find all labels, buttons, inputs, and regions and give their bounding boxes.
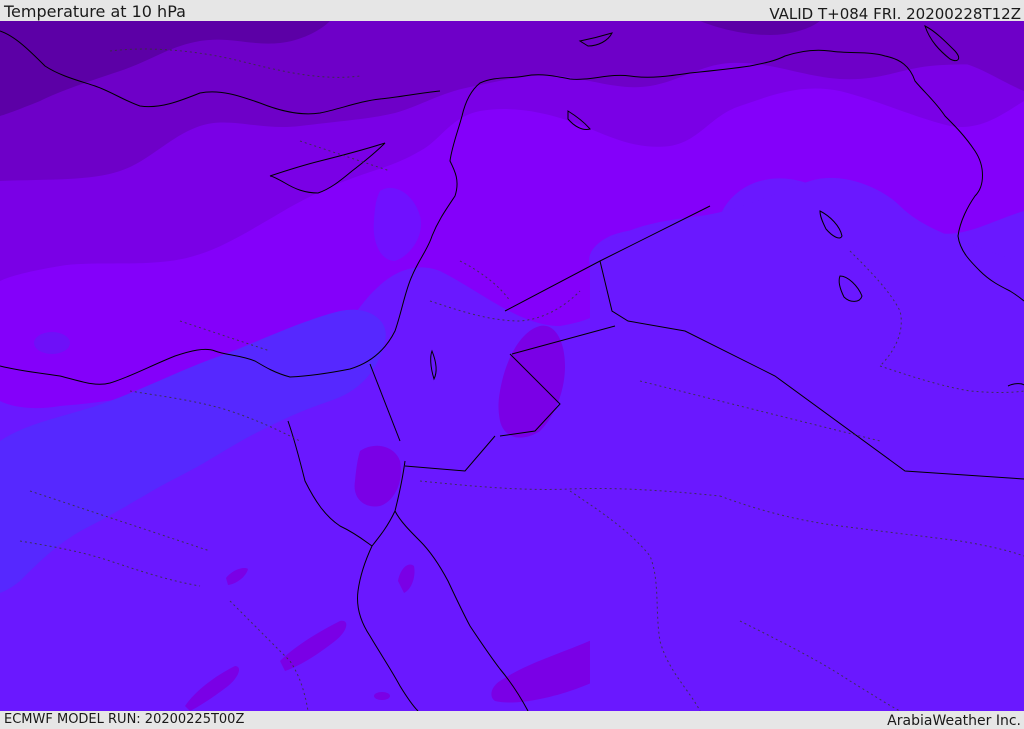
map-canvas (0, 21, 1024, 711)
warm-blob-tiny4 (374, 692, 390, 700)
map-footer: ECMWF MODEL RUN: 20200225T00Z ArabiaWeat… (0, 711, 1024, 729)
credit-label: ArabiaWeather Inc. (887, 713, 1021, 729)
map-header: Temperature at 10 hPa VALID T+084 FRI. 2… (0, 0, 1024, 23)
warm-band-saudi (590, 177, 1024, 711)
map-title: Temperature at 10 hPa (4, 2, 186, 21)
temperature-map[interactable] (0, 21, 1024, 711)
model-run-label: ECMWF MODEL RUN: 20200225T00Z (4, 712, 245, 727)
warm-blob-tiny2 (34, 332, 70, 354)
